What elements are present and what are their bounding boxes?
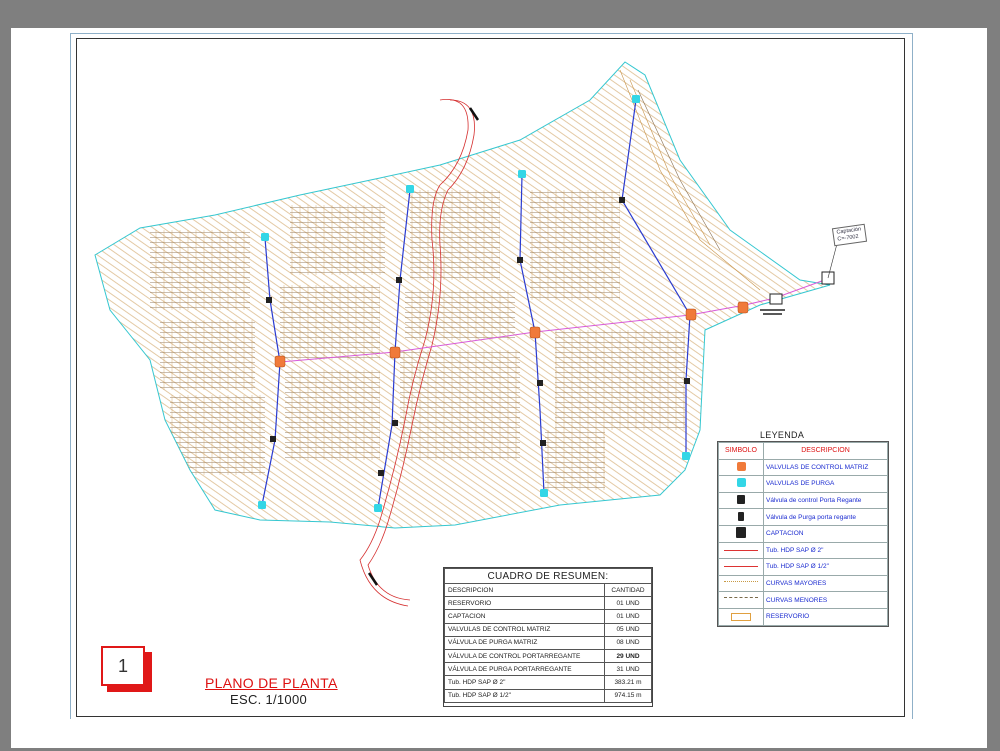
pipe-2in-icon [724, 549, 758, 551]
intake-icon [736, 527, 746, 539]
legend-item: CURVAS MAYORES [763, 574, 888, 593]
legend-item: Válvula de Purga porta regante [763, 508, 888, 526]
summary-row-qty: 05 UND [604, 622, 652, 637]
legend-item: Válvula de control Porta Regante [763, 491, 888, 510]
summary-row-desc: VÁLVULA DE CONTROL PORTARREGANTE [444, 648, 605, 664]
purge-valve-icon [736, 478, 746, 488]
summary-row-desc: VÁLVULA DE PURGA PORTARREGANTE [444, 662, 605, 677]
legend-item: Tub. HDP SAP Ø 1/2" [763, 558, 888, 576]
summary-row-desc: RESERVORIO [444, 596, 605, 611]
legend-table: SIMBOLO DESCRIPCION VALVULAS DE CONTROL … [717, 441, 889, 627]
legend-item: Tub. HDP SAP Ø 2" [763, 541, 888, 560]
legend-item: VALVULAS DE PURGA [763, 475, 888, 493]
summary-row-qty: 29 UND [604, 648, 652, 664]
summary-title: CUADRO DE RESUMEN: [444, 568, 652, 584]
summary-table: CUADRO DE RESUMEN: DESCRIPCION CANTIDAD … [443, 567, 653, 707]
plan-scale: ESC. 1/1000 [230, 692, 308, 707]
legend-item: RESERVORIO [763, 607, 888, 626]
summary-row-qty: 01 UND [604, 609, 652, 624]
summary-row-qty: 31 UND [604, 662, 652, 677]
summary-row-desc: VALVULAS DE CONTROL MATRIZ [444, 622, 605, 637]
purge-valve-porta-icon [738, 511, 744, 521]
summary-row-desc: Tub. HDP SAP Ø 2" [444, 675, 605, 690]
legend-col-symbol: SIMBOLO [718, 442, 764, 460]
legend-item: VALVULAS DE CONTROL MATRIZ [763, 458, 888, 477]
minor-contour-icon [724, 597, 758, 602]
reservoir-icon [731, 612, 751, 621]
control-valve-icon [736, 461, 746, 471]
summary-row-desc: Tub. HDP SAP Ø 1/2" [444, 688, 605, 703]
legend-item: CURVAS MENORES [763, 591, 888, 609]
summary-row-qty: 08 UND [604, 635, 652, 650]
major-contour-icon [724, 580, 758, 586]
summary-row-desc: VÁLVULA DE PURGA MATRIZ [444, 635, 605, 650]
legend-col-description: DESCRIPCION [763, 442, 888, 460]
valve-icon [737, 495, 745, 505]
summary-col-description: DESCRIPCION [444, 582, 605, 598]
plan-title: PLANO DE PLANTA [205, 675, 338, 691]
summary-row-desc: CAPTACION [444, 609, 605, 624]
pipe-half-in-icon [724, 566, 758, 568]
summary-col-quantity: CANTIDAD [604, 582, 652, 598]
summary-row-qty: 974.15 m [604, 688, 652, 703]
sheet-number: 1 [101, 646, 145, 686]
legend-title: LEYENDA [760, 430, 805, 440]
legend-item: CAPTACION [763, 524, 888, 543]
summary-row-qty: 383.21 m [604, 675, 652, 690]
summary-row-qty: 01 UND [604, 596, 652, 611]
